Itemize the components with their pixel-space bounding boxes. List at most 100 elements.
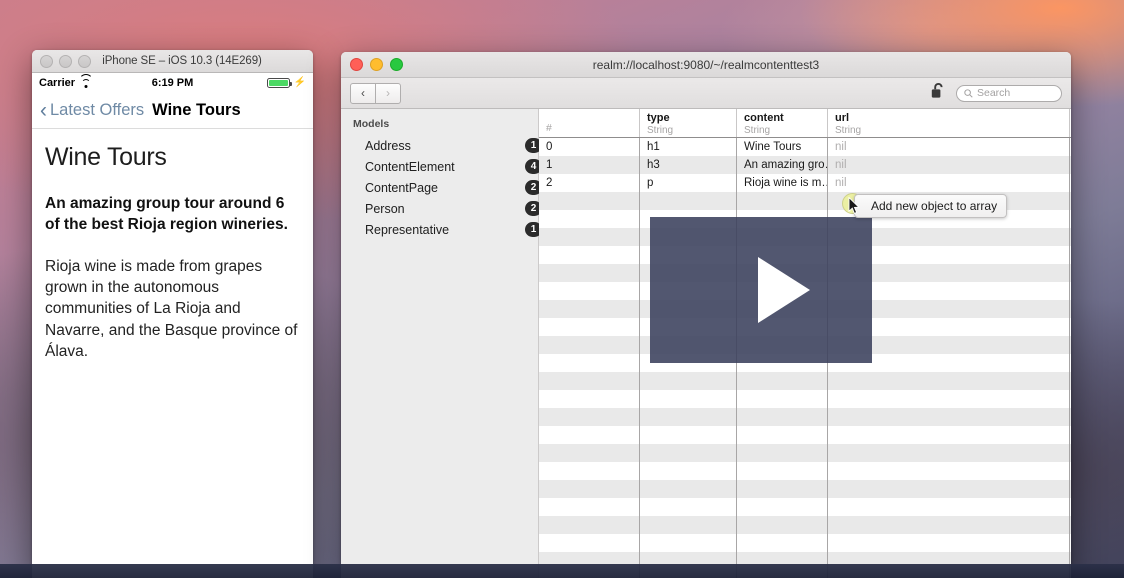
back-button[interactable]: ‹ [351, 84, 375, 103]
table-row-empty[interactable] [539, 390, 1071, 408]
sidebar-item-representative[interactable]: Representative 1 [341, 219, 542, 240]
realm-titlebar[interactable]: realm://localhost:9080/~/realmcontenttes… [341, 52, 1071, 78]
table-cell-empty[interactable] [539, 246, 640, 264]
table-cell-empty[interactable] [737, 444, 828, 462]
table-cell-empty[interactable] [539, 462, 640, 480]
table-cell-empty[interactable] [640, 534, 737, 552]
table-cell-empty[interactable] [828, 516, 1070, 534]
table-cell-empty[interactable] [640, 570, 737, 578]
zoom-button[interactable] [390, 58, 403, 71]
table-cell-empty[interactable] [737, 390, 828, 408]
table-cell-empty[interactable] [640, 192, 737, 210]
realm-browser-window[interactable]: realm://localhost:9080/~/realmcontenttes… [341, 52, 1071, 578]
table-cell-empty[interactable] [539, 210, 640, 228]
table-cell-empty[interactable] [640, 462, 737, 480]
table-cell-empty[interactable] [539, 264, 640, 282]
table-cell-empty[interactable] [737, 552, 828, 570]
table-cell-num[interactable]: 2 [539, 174, 640, 192]
table-cell-empty[interactable] [539, 390, 640, 408]
table-cell-empty[interactable] [828, 552, 1070, 570]
table-cell-num[interactable]: 1 [539, 156, 640, 174]
table-cell-num[interactable]: 0 [539, 138, 640, 156]
table-cell-empty[interactable] [539, 498, 640, 516]
table-row-empty[interactable] [539, 552, 1071, 570]
table-cell-empty[interactable] [539, 534, 640, 552]
search-input[interactable]: Search [956, 84, 1062, 102]
object-table[interactable]: # type String content String url String [539, 109, 1071, 578]
table-cell-empty[interactable] [539, 552, 640, 570]
table-cell-empty[interactable] [737, 372, 828, 390]
chevron-left-icon[interactable]: ‹ [40, 100, 47, 121]
close-button[interactable] [40, 54, 53, 68]
table-cell-empty[interactable] [539, 318, 640, 336]
sidebar-item-address[interactable]: Address 1 [341, 135, 542, 156]
table-cell-empty[interactable] [737, 498, 828, 516]
table-cell-empty[interactable] [640, 498, 737, 516]
unlocked-padlock-icon[interactable] [931, 82, 946, 104]
table-cell-url[interactable]: nil [828, 174, 1070, 192]
simulator-screen[interactable]: Carrier 6:19 PM ⚡ ‹ Latest Offers Wine T… [32, 73, 313, 578]
minimize-button[interactable] [370, 58, 383, 71]
table-row[interactable]: 2 p Rioja wine is m… nil [539, 174, 1071, 192]
table-cell-empty[interactable] [539, 354, 640, 372]
table-row-empty[interactable] [539, 498, 1071, 516]
table-cell-url[interactable]: nil [828, 156, 1070, 174]
table-cell-empty[interactable] [737, 192, 828, 210]
table-row-empty[interactable] [539, 480, 1071, 498]
table-cell-empty[interactable] [828, 390, 1070, 408]
table-cell-empty[interactable] [828, 570, 1070, 578]
table-cell-empty[interactable] [828, 408, 1070, 426]
table-cell-content[interactable]: Rioja wine is m… [737, 174, 828, 192]
table-cell-empty[interactable] [640, 480, 737, 498]
table-cell-content[interactable]: Wine Tours [737, 138, 828, 156]
table-cell-empty[interactable] [737, 462, 828, 480]
table-cell-empty[interactable] [539, 228, 640, 246]
table-row[interactable]: 0 h1 Wine Tours nil [539, 138, 1071, 156]
table-cell-type[interactable]: p [640, 174, 737, 192]
table-cell-empty[interactable] [640, 552, 737, 570]
table-cell-empty[interactable] [539, 300, 640, 318]
table-cell-empty[interactable] [640, 408, 737, 426]
column-header-number[interactable]: # [539, 109, 640, 137]
minimize-button[interactable] [59, 54, 72, 68]
sidebar-item-contentpage[interactable]: ContentPage 2 [341, 177, 542, 198]
back-button-label[interactable]: Latest Offers [50, 101, 144, 120]
table-cell-type[interactable]: h1 [640, 138, 737, 156]
table-row-empty[interactable] [539, 426, 1071, 444]
table-row[interactable]: 1 h3 An amazing gro… nil [539, 156, 1071, 174]
table-cell-empty[interactable] [539, 570, 640, 578]
table-cell-empty[interactable] [737, 516, 828, 534]
table-cell-empty[interactable] [539, 408, 640, 426]
simulator-titlebar[interactable]: iPhone SE – iOS 10.3 (14E269) [32, 50, 313, 73]
column-header-content[interactable]: content String [737, 109, 828, 137]
table-row-empty[interactable] [539, 462, 1071, 480]
column-header-type[interactable]: type String [640, 109, 737, 137]
iphone-simulator-window[interactable]: iPhone SE – iOS 10.3 (14E269) Carrier 6:… [32, 50, 313, 578]
table-cell-empty[interactable] [640, 426, 737, 444]
table-cell-empty[interactable] [828, 498, 1070, 516]
table-cell-empty[interactable] [539, 444, 640, 462]
table-cell-empty[interactable] [828, 462, 1070, 480]
zoom-button[interactable] [78, 54, 91, 68]
table-cell-url[interactable]: nil [828, 138, 1070, 156]
table-cell-empty[interactable] [828, 426, 1070, 444]
table-cell-empty[interactable] [828, 444, 1070, 462]
table-cell-empty[interactable] [640, 390, 737, 408]
table-cell-empty[interactable] [539, 192, 640, 210]
table-cell-empty[interactable] [737, 480, 828, 498]
table-cell-content[interactable]: An amazing gro… [737, 156, 828, 174]
column-header-url[interactable]: url String [828, 109, 1070, 137]
table-cell-empty[interactable] [539, 282, 640, 300]
table-cell-empty[interactable] [737, 426, 828, 444]
table-cell-empty[interactable] [828, 534, 1070, 552]
sidebar-item-contentelement[interactable]: ContentElement 4 [341, 156, 542, 177]
table-row-empty[interactable] [539, 534, 1071, 552]
table-row-empty[interactable] [539, 570, 1071, 578]
table-cell-empty[interactable] [539, 336, 640, 354]
table-row-empty[interactable] [539, 408, 1071, 426]
table-cell-empty[interactable] [737, 408, 828, 426]
table-cell-empty[interactable] [828, 372, 1070, 390]
table-cell-empty[interactable] [640, 444, 737, 462]
table-cell-empty[interactable] [737, 534, 828, 552]
video-play-overlay[interactable] [650, 217, 872, 363]
